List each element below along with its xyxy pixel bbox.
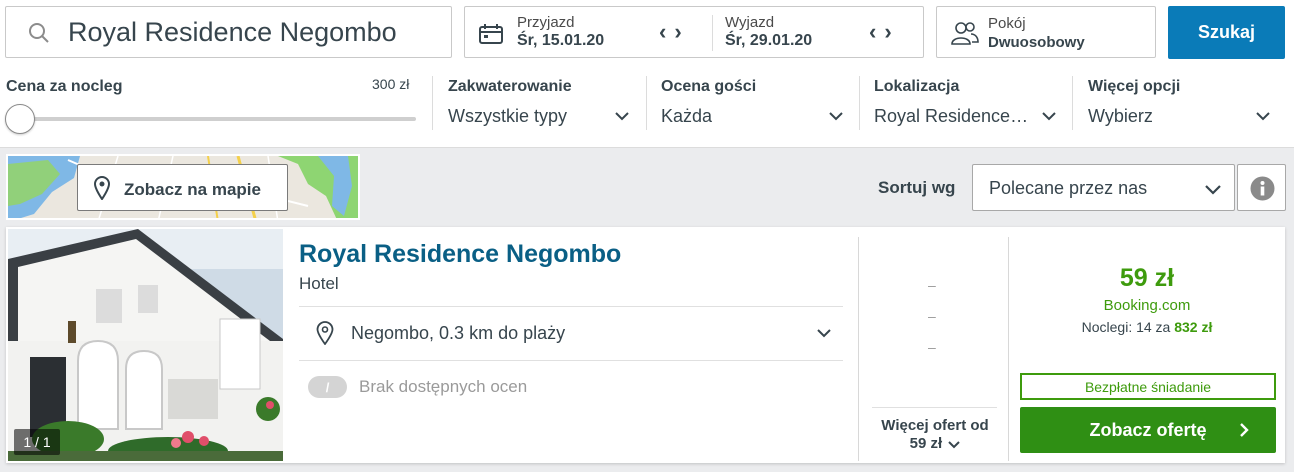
location-value: Royal Residence… — [874, 106, 1029, 126]
checkin-arrows: ‹› — [659, 19, 690, 45]
offer-placeholder: – — [928, 339, 936, 355]
chevron-right-icon[interactable]: › — [884, 19, 899, 44]
hotel-type: Hotel — [299, 274, 339, 293]
search-query: Royal Residence Negombo — [68, 17, 397, 47]
more-options-filter[interactable]: Więcej opcji Wybierz — [1088, 68, 1278, 148]
photo-counter: 1 / 1 — [14, 429, 60, 455]
people-icon — [951, 22, 979, 45]
offer-placeholder: – — [928, 308, 936, 324]
room-label: Pokój — [988, 15, 1026, 32]
view-on-map-button[interactable]: Zobacz na mapie — [77, 164, 288, 211]
room-selector[interactable]: Pokój Dwuosobowy — [936, 6, 1156, 58]
chevron-down-icon[interactable] — [816, 326, 832, 340]
column-divider — [1008, 237, 1009, 461]
stay-total-prefix: Noclegi: 14 za — [1081, 319, 1171, 335]
guest-rating-filter[interactable]: Ocena gości Każda — [661, 68, 845, 148]
checkout-arrows: ‹› — [869, 19, 900, 45]
accommodation-filter[interactable]: Zakwaterowanie Wszystkie typy — [448, 68, 632, 148]
hotel-photo[interactable]: 1 / 1 — [8, 229, 283, 461]
chevron-left-icon[interactable]: ‹ — [869, 19, 884, 44]
chevron-down-icon — [1205, 185, 1221, 195]
column-divider — [858, 237, 859, 461]
offer-provider: Booking.com — [1103, 297, 1191, 314]
filter-divider — [432, 76, 433, 130]
divider — [299, 360, 843, 361]
chevron-down-icon — [829, 112, 843, 121]
location-label: Lokalizacja — [874, 78, 960, 95]
filter-divider — [859, 76, 860, 130]
price-slider-handle[interactable] — [5, 104, 35, 134]
checkout-label: Wyjazd — [725, 14, 775, 31]
divider — [872, 407, 997, 408]
sort-label: Sortuj wg — [878, 178, 956, 197]
checkin-label: Przyjazd — [517, 14, 575, 31]
guest-rating-label: Ocena gości — [661, 78, 757, 95]
hotel-name-link[interactable]: Royal Residence Negombo — [299, 240, 621, 269]
rating-badge: / — [308, 376, 347, 398]
checkout-value: Śr, 29.01.20 — [725, 32, 813, 49]
offer-placeholder: – — [928, 277, 936, 293]
destination-search-input[interactable]: Royal Residence Negombo — [5, 6, 452, 58]
view-offer-button[interactable]: Zobacz ofertę — [1020, 407, 1276, 453]
filter-divider — [1072, 76, 1073, 130]
search-bar: Royal Residence Negombo Przyjazd Śr, 15.… — [0, 0, 1294, 68]
guest-rating-value: Każda — [661, 106, 713, 126]
more-offers-label: Więcej ofert od — [881, 417, 989, 434]
chevron-right-icon — [1240, 423, 1249, 437]
chevron-down-icon — [1256, 112, 1270, 121]
accommodation-value: Wszystkie typy — [448, 106, 568, 126]
location-filter[interactable]: Lokalizacja Royal Residence… — [874, 68, 1064, 148]
filter-divider — [646, 76, 647, 130]
checkout-date[interactable]: Wyjazd Śr, 29.01.20 — [725, 7, 865, 57]
chevron-down-icon — [615, 112, 629, 121]
free-breakfast-badge: Bezpłatne śniadanie — [1020, 373, 1276, 400]
search-icon — [29, 23, 49, 43]
stay-total-price: 832 zł — [1174, 319, 1213, 335]
search-button[interactable]: Szukaj — [1168, 6, 1285, 59]
sort-value: Polecane przez nas — [989, 178, 1148, 198]
more-offers-price-value: 59 zł — [909, 435, 943, 452]
chevron-down-icon — [948, 440, 961, 448]
accommodation-label: Zakwaterowanie — [448, 78, 572, 95]
room-value: Dwuosobowy — [988, 34, 1085, 51]
map-pin-icon — [316, 321, 334, 345]
price-slider-track[interactable] — [20, 117, 416, 121]
more-options-value: Wybierz — [1088, 106, 1153, 126]
best-price: 59 zł — [1119, 264, 1175, 292]
more-offers-link[interactable]: Więcej ofert od 59 zł — [866, 417, 1004, 453]
date-picker: Przyjazd Śr, 15.01.20 ‹› Wyjazd Śr, 29.0… — [464, 6, 924, 58]
price-filter-max: 300 zł — [372, 76, 410, 92]
sort-info-button[interactable] — [1237, 164, 1286, 211]
more-options-label: Więcej opcji — [1088, 78, 1181, 95]
info-icon — [1250, 176, 1275, 201]
sort-select[interactable]: Polecane przez nas — [972, 164, 1235, 211]
stay-total: Noclegi: 14 za 832 zł — [1019, 319, 1275, 335]
divider — [299, 306, 843, 307]
hotel-image — [8, 229, 283, 461]
checkin-value: Śr, 15.01.20 — [517, 32, 605, 49]
calendar-icon — [479, 24, 503, 44]
price-filter-label: Cena za nocleg — [6, 78, 123, 95]
filter-bar: Cena za nocleg 300 zł Zakwaterowanie Wsz… — [0, 68, 1294, 148]
rating-text: Brak dostępnych ocen — [359, 377, 528, 396]
hotel-result-card: 1 / 1 Royal Residence Negombo Hotel Nego… — [6, 227, 1285, 463]
chevron-down-icon — [1042, 112, 1056, 121]
chevron-right-icon[interactable]: › — [674, 19, 689, 44]
date-divider — [712, 15, 713, 51]
more-offers-price: 59 zł — [866, 435, 1004, 453]
hotel-location[interactable]: Negombo, 0.3 km do plaży — [351, 323, 565, 344]
map-pin-icon — [94, 176, 110, 200]
view-on-map-label: Zobacz na mapie — [124, 180, 261, 199]
chevron-left-icon[interactable]: ‹ — [659, 19, 674, 44]
